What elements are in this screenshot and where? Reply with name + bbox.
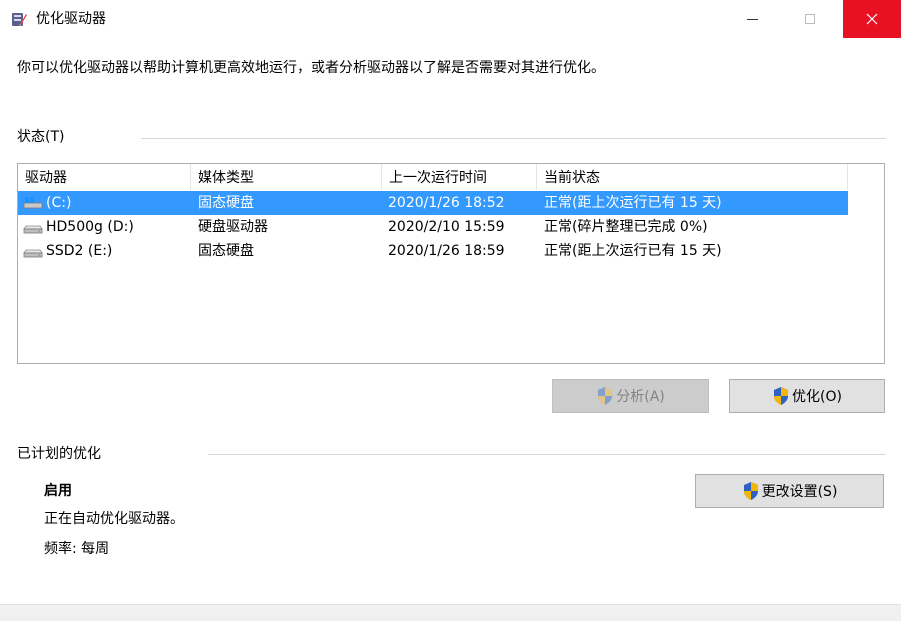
column-header-last-run[interactable]: 上一次运行时间 [382,164,537,190]
drive-media-type: 固态硬盘 [198,195,254,211]
title-bar[interactable]: 优化驱动器 [0,0,901,38]
schedule-state: 启用 [44,483,72,499]
drive-media-type: 固态硬盘 [198,243,254,259]
window-title: 优化驱动器 [36,11,106,27]
bottom-bar [0,604,901,621]
change-settings-button-label: 更改设置(S) [761,484,838,500]
optimize-drives-window: 优化驱动器 你可以优化驱动器以帮助计算机更高效地运行，或者分析驱动器以了解是否需… [0,0,901,621]
status-section-label: 状态(T) [17,129,65,145]
drive-row-e[interactable]: SSD2 (E:) 固态硬盘 2020/1/26 18:59 正常(距上次运行已… [18,239,884,263]
maximize-button[interactable] [786,0,833,38]
minimize-icon [747,19,758,20]
uac-shield-icon [774,387,789,405]
close-icon [866,13,878,25]
analyze-button-label: 分析(A) [616,389,665,405]
hard-drive-icon [23,225,43,234]
drive-status: 正常(距上次运行已有 15 天) [544,243,722,259]
analyze-button[interactable]: 分析(A) [552,379,709,413]
drives-list[interactable]: 驱动器 媒体类型 上一次运行时间 当前状态 (C:) 固态硬盘 2020/1/2… [17,163,885,364]
list-header: 驱动器 媒体类型 上一次运行时间 当前状态 [18,164,884,190]
drive-name: SSD2 (E:) [46,243,113,259]
uac-shield-icon [743,482,758,500]
drive-last-run: 2020/1/26 18:59 [388,243,505,259]
drive-status: 正常(距上次运行已有 15 天) [544,195,722,211]
close-button[interactable] [843,0,901,38]
app-icon [12,13,27,26]
schedule-frequency: 频率: 每周 [44,541,110,557]
status-divider [141,138,886,139]
drive-last-run: 2020/2/10 15:59 [388,219,505,235]
maximize-icon [804,14,815,24]
hard-drive-icon [23,249,43,258]
column-header-media-type[interactable]: 媒体类型 [191,164,382,190]
column-header-current-status[interactable]: 当前状态 [537,164,848,190]
change-settings-button[interactable]: 更改设置(S) [695,474,884,508]
drive-last-run: 2020/1/26 18:52 [388,195,505,211]
drive-media-type: 硬盘驱动器 [198,219,268,235]
drive-row-d[interactable]: HD500g (D:) 硬盘驱动器 2020/2/10 15:59 正常(碎片整… [18,215,884,239]
window-description: 你可以优化驱动器以帮助计算机更高效地运行，或者分析驱动器以了解是否需要对其进行优… [17,60,605,76]
scheduled-divider [208,454,886,455]
scheduled-section-label: 已计划的优化 [17,446,101,462]
column-header-drive[interactable]: 驱动器 [18,164,191,190]
minimize-button[interactable] [729,0,776,38]
optimize-button-label: 优化(O) [792,389,842,405]
drive-row-c[interactable]: (C:) 固态硬盘 2020/1/26 18:52 正常(距上次运行已有 15 … [18,191,884,215]
schedule-detail: 正在自动优化驱动器。 [44,511,184,527]
uac-shield-icon [598,387,613,405]
drive-name: HD500g (D:) [46,219,134,235]
system-drive-icon [23,197,43,209]
optimize-button[interactable]: 优化(O) [729,379,885,413]
drive-status: 正常(碎片整理已完成 0%) [544,219,708,235]
drive-name: (C:) [46,195,72,211]
